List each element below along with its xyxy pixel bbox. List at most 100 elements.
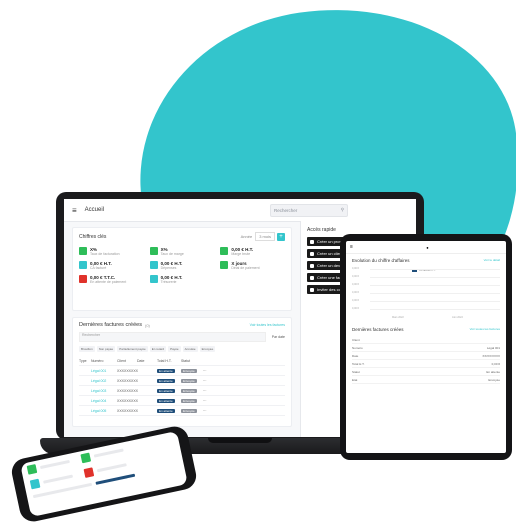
invoices-title: Dernières factures créées xyxy=(79,322,142,328)
kpi-label: Taux de facturation xyxy=(90,252,120,256)
search-input[interactable]: Rechercher ⚲ xyxy=(270,203,348,217)
table-row[interactable]: Légal 004 XXXXXXXXX En attente Envoyée ⋯ xyxy=(79,396,285,406)
state-badge: Envoyée xyxy=(181,388,197,393)
cell-number[interactable]: Légal 004 xyxy=(91,399,117,403)
x-tick-label: Juin 2022 xyxy=(452,316,463,319)
filter-chip[interactable]: Partiellement payée xyxy=(117,346,148,352)
gridline xyxy=(370,277,500,278)
tablet-invoice-list: Client Numéro Légal 001 Date XX/XX/XXXX Total… xyxy=(352,336,500,384)
state-badge: Envoyée xyxy=(181,398,197,403)
cell-number[interactable]: Légal 002 xyxy=(91,379,117,383)
see-all-invoices-link[interactable]: Voir toutes les factures xyxy=(250,323,285,327)
kpi-item: X% Taux de facturation xyxy=(79,247,144,256)
list-item-value: En attente xyxy=(486,369,500,374)
list-item-value: Légal 001 xyxy=(486,345,500,350)
kpi-label: CA facturé xyxy=(90,266,107,270)
column-header: Date xyxy=(137,358,145,363)
action-icon xyxy=(310,275,314,280)
kpi-label: Trésorerie xyxy=(160,280,177,284)
kpi-label: Taux de marge xyxy=(160,252,184,256)
cell-client: XXXXXXXXX xyxy=(117,408,139,413)
laptop-notch xyxy=(208,438,272,443)
y-tick-label: 0,00 € xyxy=(352,291,359,294)
column-header: Type xyxy=(79,358,87,363)
euro-icon xyxy=(220,247,229,255)
row-menu-icon[interactable]: ⋯ xyxy=(203,389,215,393)
tablet-see-all-link[interactable]: Voir toutes les factures xyxy=(470,327,500,332)
filter-chip[interactable]: Non payée xyxy=(96,346,116,352)
add-kpi-button[interactable]: + xyxy=(277,232,285,241)
x-tick-label: Mars 2022 xyxy=(392,316,404,319)
filter-chip[interactable]: Envoyée xyxy=(199,346,216,352)
table-row[interactable]: Légal 005 XXXXXXXXX En attente Envoyée ⋯ xyxy=(79,406,285,416)
top-bar: ≡ Accueil Rechercher ⚲ xyxy=(64,199,416,222)
table-row[interactable]: Légal 001 XXXXXXXXX En attente Envoyée ⋯ xyxy=(79,366,285,376)
invoices-search-input[interactable]: Rechercher xyxy=(79,332,266,342)
action-icon xyxy=(310,239,314,244)
kpi-card: Chiffres clés Année 3 mois + X% Taux de f… xyxy=(72,227,292,311)
list-item[interactable]: Etat Envoyée xyxy=(352,376,500,384)
table-row[interactable]: Légal 003 XXXXXXXXX En attente Envoyée ⋯ xyxy=(79,386,285,396)
column-header: Total H.T. xyxy=(157,358,172,363)
search-icon: ⚲ xyxy=(340,207,344,212)
y-tick-label: 0,00 € xyxy=(352,267,359,270)
euro-icon xyxy=(83,467,95,478)
list-item-label: Statut xyxy=(352,369,360,374)
list-item-value: 0,00 € xyxy=(491,361,500,366)
state-badge: Envoyée xyxy=(181,408,197,413)
cell-client: XXXXXXXXX xyxy=(117,378,139,383)
cell-number[interactable]: Légal 005 xyxy=(91,409,117,413)
tablet-screen: ≡ ● Evolution du chiffre d'affaires Voir… xyxy=(346,241,506,453)
kpi-item: X jours Délai de paiement xyxy=(220,261,285,270)
period-select[interactable]: 3 mois xyxy=(255,232,275,241)
kpi-label: Dépenses xyxy=(160,266,177,270)
list-item-label: Client xyxy=(352,337,360,342)
menu-icon[interactable]: ≡ xyxy=(72,206,77,215)
cell-number[interactable]: Légal 001 xyxy=(91,369,117,373)
row-menu-icon[interactable]: ⋯ xyxy=(203,409,215,413)
table-row[interactable]: Légal 002 XXXXXXXXX En attente Envoyée ⋯ xyxy=(79,376,285,386)
status-badge: En attente xyxy=(157,378,175,383)
period-label: Année xyxy=(240,234,253,239)
list-item[interactable]: Numéro Légal 001 xyxy=(352,344,500,352)
filter-chip[interactable]: Payée xyxy=(168,346,181,352)
kpi-title: Chiffres clés xyxy=(79,233,107,240)
user-icon[interactable]: ● xyxy=(426,245,428,250)
euro-icon xyxy=(80,452,92,464)
euro-icon xyxy=(79,275,87,283)
action-icon xyxy=(310,251,314,256)
cell-number[interactable]: Légal 003 xyxy=(91,389,117,393)
kpi-label: Délai de paiement xyxy=(231,266,260,270)
status-badge: En attente xyxy=(157,388,175,393)
list-item[interactable]: Client xyxy=(352,336,500,344)
status-badge: En attente xyxy=(157,398,175,403)
euro-icon xyxy=(149,261,158,269)
euro-icon xyxy=(79,261,87,269)
y-tick-label: 0,00 € xyxy=(352,299,359,302)
list-item-value: XX/XX/XXXX xyxy=(482,353,500,358)
list-item[interactable]: Statut En attente xyxy=(352,368,500,376)
list-item[interactable]: Total H.T. 0,00 € xyxy=(352,360,500,368)
tablet-invoices-title: Dernières factures créées xyxy=(352,327,404,332)
kpi-item: 0,00 € H.T. Trésorerie xyxy=(149,275,215,284)
cell-client: XXXXXXXXX xyxy=(117,388,139,393)
menu-icon[interactable]: ≡ xyxy=(350,244,353,250)
clock-icon xyxy=(220,261,229,269)
row-menu-icon[interactable]: ⋯ xyxy=(203,379,215,383)
list-item-label: Etat xyxy=(352,377,358,382)
action-icon xyxy=(310,263,314,268)
list-item[interactable]: Date XX/XX/XXXX xyxy=(352,352,500,360)
filter-chip[interactable]: En retard xyxy=(149,346,167,352)
filter-chip[interactable]: Brouillon xyxy=(79,346,95,352)
action-icon xyxy=(310,287,314,292)
filter-chip[interactable]: Annulée xyxy=(182,346,198,352)
revenue-chart: CA facturé H.T. 0,00 €0,00 €0,00 €0,00 €… xyxy=(352,265,500,319)
invoices-table: Type Numéro Client Date Total H.T. Statut Lég… xyxy=(79,356,285,416)
page-title: Accueil xyxy=(84,207,105,213)
sort-select[interactable]: Par date xyxy=(272,335,285,339)
revenue-detail-link[interactable]: Voir le détail xyxy=(484,258,500,263)
row-menu-icon[interactable]: ⋯ xyxy=(203,399,215,403)
gridline xyxy=(370,269,500,270)
row-menu-icon[interactable]: ⋯ xyxy=(203,369,215,373)
kpi-label: Marge brute xyxy=(231,252,251,256)
